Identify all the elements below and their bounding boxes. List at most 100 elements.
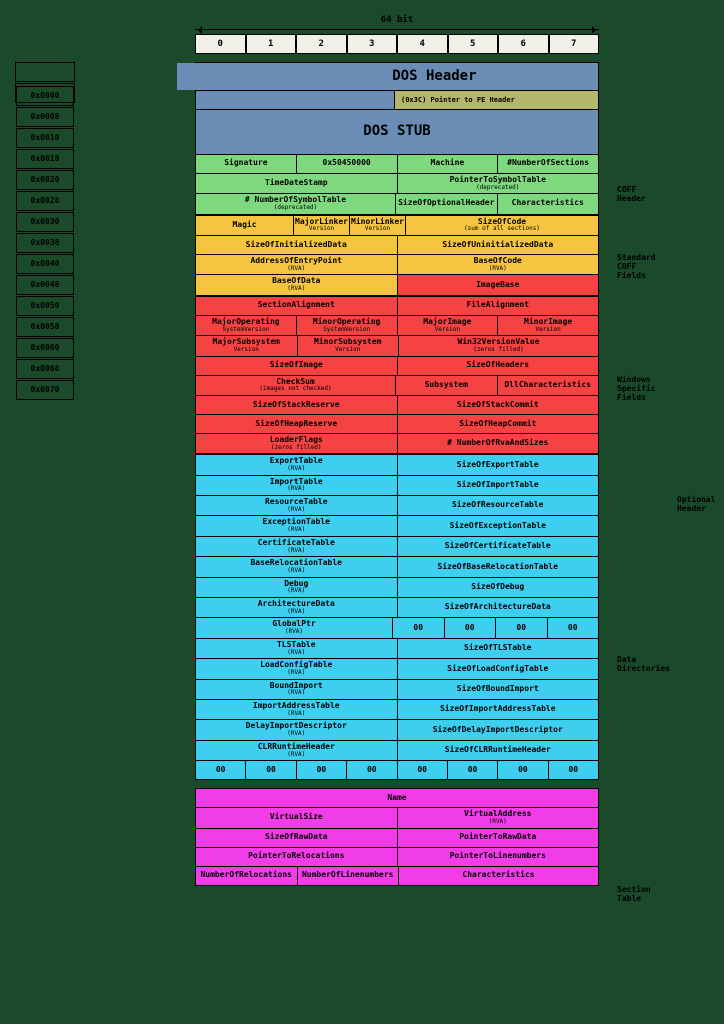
- field-cell: SizeOfCode(sum of all sections): [405, 216, 599, 235]
- field-cell: SizeOfDebug: [397, 578, 600, 597]
- field-cell: 00: [547, 618, 600, 637]
- field-cell: TLSTable(RVA): [195, 639, 397, 658]
- region-label: SectionTable: [617, 885, 651, 903]
- pe-diagram: Signature 0x5A4DDOS Header (0x3C) Pointe…: [195, 62, 599, 886]
- field-cell: Signature: [195, 155, 296, 173]
- offset-cell: 0x0038: [16, 233, 74, 253]
- field-cell: SectionAlignment: [195, 297, 397, 315]
- field-cell: Name: [195, 789, 599, 807]
- field-cell: Subsystem: [395, 376, 497, 395]
- field-cell: SizeOfImage: [195, 357, 397, 375]
- byte-col: 6: [498, 34, 549, 54]
- offset-cell: 0x0018: [16, 149, 74, 169]
- field-cell: Characteristics: [398, 867, 599, 885]
- field-cell: BaseOfCode(RVA): [397, 255, 600, 274]
- field-cell: TimeDateStamp: [195, 174, 397, 193]
- field-cell: MajorOperatingSystemVersion: [195, 316, 296, 335]
- field-cell: CheckSum(images not checked): [195, 376, 395, 395]
- field-cell: VirtualSize: [195, 808, 397, 827]
- field-cell: Debug(RVA): [195, 578, 397, 597]
- field-cell: PointerToSymbolTable(deprecated): [397, 174, 600, 193]
- field-cell: SizeOfResourceTable: [397, 496, 600, 515]
- field-cell: AddressOfEntryPoint(RVA): [195, 255, 397, 274]
- field-cell: SizeOfBoundImport: [397, 680, 600, 699]
- field-cell: ExportTable(RVA): [195, 455, 397, 474]
- field-cell: 00: [548, 761, 599, 779]
- field-cell: SizeOfExportTable: [397, 455, 600, 474]
- field-cell: SizeOfCertificateTable: [397, 537, 600, 556]
- field-cell: Win32VersionValue(zeros filled): [398, 336, 599, 355]
- field-cell: SizeOfInitializedData: [195, 236, 397, 254]
- byte-col: 4: [397, 34, 448, 54]
- byte-col: 1: [246, 34, 297, 54]
- byte-col: 2: [296, 34, 347, 54]
- field-cell: Magic: [195, 216, 293, 235]
- offset-cell: 0x0068: [16, 359, 74, 379]
- field-cell: SizeOfExceptionTable: [397, 516, 600, 535]
- field-cell: ResourceTable(RVA): [195, 496, 397, 515]
- offset-cell: 0x0048: [16, 275, 74, 295]
- field-cell: 00: [346, 761, 396, 779]
- field-cell: BaseRelocationTable(RVA): [195, 557, 397, 576]
- region-label: DataDirectories: [617, 655, 670, 673]
- field-cell: BaseOfData(RVA): [195, 275, 397, 294]
- byte-col: 0: [195, 34, 246, 54]
- field-cell: DllCharacteristics: [497, 376, 600, 395]
- offset-cell: 0x0008: [16, 107, 74, 127]
- offset-cell: 0x0070: [16, 380, 74, 400]
- field-cell: VirtualAddress(RVA): [397, 808, 600, 827]
- field-cell: SizeOfDelayImportDescriptor: [397, 720, 600, 739]
- field-cell: PointerToRelocations: [195, 848, 397, 866]
- field-cell: 00: [495, 618, 547, 637]
- field-cell: 00: [444, 618, 496, 637]
- byte-col: 7: [549, 34, 600, 54]
- field-cell: 00: [447, 761, 497, 779]
- field-cell: SizeOfOptionalHeader: [395, 194, 497, 213]
- offset-cell: 0x0030: [16, 212, 74, 232]
- field-cell: NumberOfRelocations: [195, 867, 297, 885]
- field-cell: ExceptionTable(RVA): [195, 516, 397, 535]
- width-arrow: [195, 29, 599, 30]
- byte-col: 5: [448, 34, 499, 54]
- field-cell: 00: [296, 761, 346, 779]
- field-cell: SizeOfRawData: [195, 829, 397, 847]
- field-cell: SizeOfImportAddressTable: [397, 700, 600, 719]
- region-label: WindowsSpecificFields: [617, 375, 656, 402]
- field-cell: SizeOfHeapReserve: [195, 415, 397, 433]
- field-cell: 0x50450000: [296, 155, 397, 173]
- field-cell: PointerToRawData: [397, 829, 600, 847]
- field-cell: #NumberOfSections: [497, 155, 599, 173]
- byte-col: 3: [347, 34, 398, 54]
- field-cell: LoaderFlags(zeros filled): [195, 434, 397, 453]
- pe-pointer: (0x3C) Pointer to PE Header: [394, 91, 599, 109]
- offset-cell: 0x0058: [16, 317, 74, 337]
- field-cell: # NumberOfSymbolTable(deprecated): [195, 194, 395, 213]
- field-cell: MinorImageVersion: [497, 316, 599, 335]
- field-cell: 00: [195, 761, 245, 779]
- field-cell: # NumberOfRvaAndSizes: [397, 434, 600, 453]
- offset-cell: 0x0020: [16, 170, 74, 190]
- field-cell: SizeOfHeaders: [397, 357, 600, 375]
- field-cell: CertificateTable(RVA): [195, 537, 397, 556]
- field-cell: MinorLinkerVersion: [349, 216, 405, 235]
- dos-stub: DOS STUB: [195, 110, 599, 153]
- field-cell: LoadConfigTable(RVA): [195, 659, 397, 678]
- region-label: StandardCOFFFields: [617, 253, 656, 280]
- field-cell: ImportAddressTable(RVA): [195, 700, 397, 719]
- bit-width-label: 64 bit: [195, 15, 599, 25]
- region-label: COFFHeader: [617, 185, 646, 203]
- offset-column: 0x00000x00080x00100x00180x00200x00280x00…: [15, 62, 75, 886]
- field-cell: Machine: [397, 155, 498, 173]
- field-cell: SizeOfArchitectureData: [397, 598, 600, 617]
- field-cell: SizeOfCLRRuntimeHeader: [397, 741, 600, 760]
- field-cell: Characteristics: [497, 194, 600, 213]
- field-cell: SizeOfStackCommit: [397, 396, 600, 414]
- byte-header-row: 01234567: [195, 34, 599, 54]
- offset-cell: 0x0000: [16, 86, 74, 106]
- field-cell: DelayImportDescriptor(RVA): [195, 720, 397, 739]
- field-cell: SizeOfStackReserve: [195, 396, 397, 414]
- field-cell: NumberOfLinenumbers: [297, 867, 399, 885]
- field-cell: GlobalPtr(RVA): [195, 618, 392, 637]
- field-cell: CLRRuntimeHeader(RVA): [195, 741, 397, 760]
- field-cell: ArchitectureData(RVA): [195, 598, 397, 617]
